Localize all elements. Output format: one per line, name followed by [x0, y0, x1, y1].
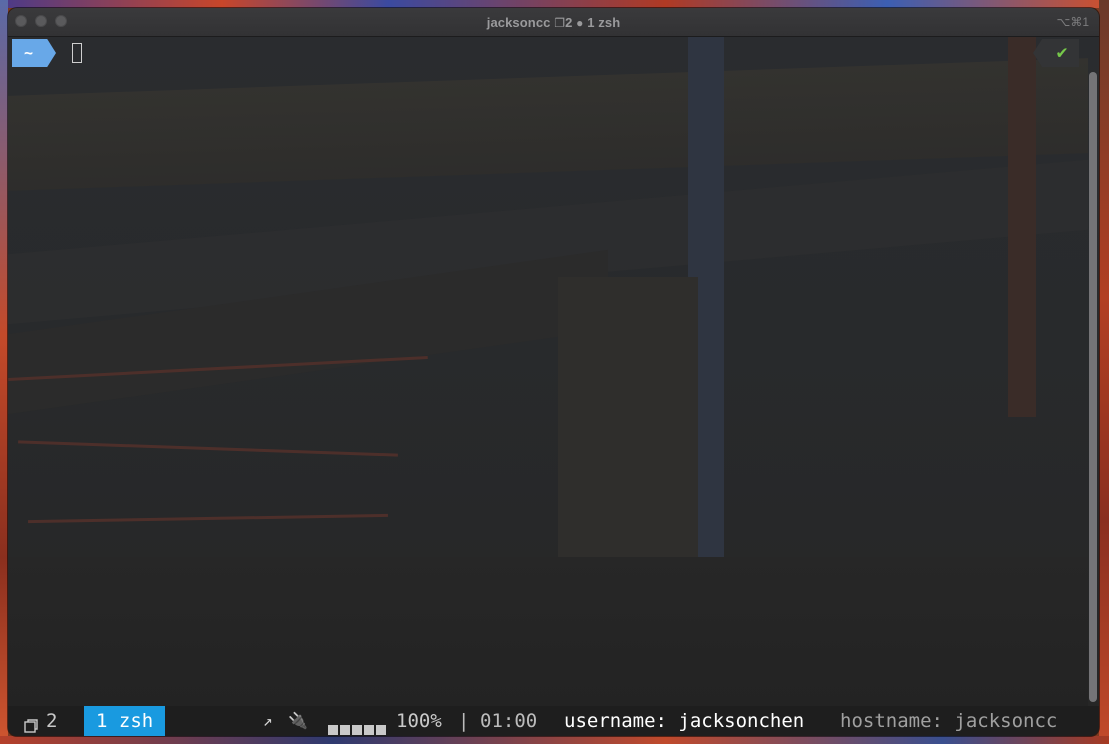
status-separator: |: [458, 710, 470, 732]
background-image-girder: [28, 513, 388, 524]
title-bar[interactable]: jacksoncc ❐2 ● 1 zsh ⌥⌘1: [8, 8, 1099, 37]
background-image-pillar: [558, 277, 698, 577]
session-icon: ❐: [554, 16, 566, 30]
session-count: 2: [46, 710, 58, 732]
battery-percentage: 100%: [396, 710, 442, 732]
battery-block: [364, 725, 374, 735]
battery-block: [352, 725, 362, 735]
scrollbar-thumb[interactable]: [1089, 72, 1097, 702]
background-image-girder: [18, 440, 398, 457]
window-title: jacksoncc ❐2 ● 1 zsh: [8, 15, 1099, 30]
window-icon: [24, 712, 38, 733]
battery-bar: [328, 715, 388, 735]
clock: 01:00: [480, 710, 538, 732]
window-title-session-count: 2: [565, 15, 573, 30]
battery-block: [328, 725, 338, 735]
window-shortcut: ⌥⌘1: [1056, 15, 1089, 29]
background-image-ground: [8, 557, 1088, 706]
prompt-status-segment: ✔: [1033, 39, 1079, 67]
window-title-host: jacksoncc: [486, 15, 551, 30]
prompt-directory-segment: ~: [12, 39, 56, 67]
terminal-content[interactable]: ~ ✔: [8, 37, 1099, 706]
background-image-deck: [8, 58, 1088, 191]
activity-dot-icon: ●: [576, 16, 584, 30]
username-label: username: jacksonchen: [564, 710, 805, 732]
text-cursor[interactable]: [72, 43, 82, 63]
desktop-background-right: [1099, 0, 1109, 744]
battery-block: [340, 725, 350, 735]
check-icon: ✔: [1056, 42, 1068, 63]
terminal-window: jacksoncc ❐2 ● 1 zsh ⌥⌘1 ~ ✔ 2 1 zsh ↗ 🔌…: [8, 8, 1099, 736]
tab-active-window[interactable]: 1 zsh: [84, 706, 166, 736]
desktop-background-bottom: [0, 736, 1109, 744]
desktop-background-left: [0, 0, 8, 744]
hostname-label: hostname: jacksoncc: [840, 710, 1058, 732]
window-title-window: 1 zsh: [587, 15, 621, 30]
background-image-tower: [1008, 37, 1036, 417]
plug-icon: 🔌: [288, 711, 308, 730]
desktop-background-top: [0, 0, 1109, 8]
tmux-status-bar: 2 1 zsh ↗ 🔌 100% | 01:00 username: jacks…: [8, 706, 1099, 736]
battery-block: [376, 725, 386, 735]
arrow-up-right-icon: ↗: [263, 711, 273, 730]
